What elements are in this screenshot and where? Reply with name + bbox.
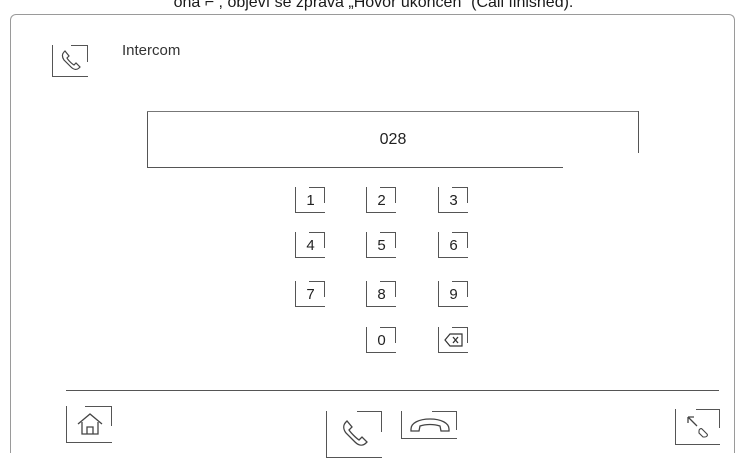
expand-icon [687, 415, 708, 438]
home-icon [77, 413, 102, 435]
page-title: Intercom [122, 42, 181, 59]
expand-button[interactable] [675, 409, 720, 445]
call-icon [342, 420, 368, 446]
keypad-key-9[interactable]: 9 [438, 281, 468, 307]
keypad-key-4[interactable]: 4 [295, 232, 325, 258]
keypad-key-8[interactable]: 8 [366, 281, 396, 307]
keypad-key-1[interactable]: 1 [295, 187, 325, 213]
number-display: 028 [147, 111, 639, 168]
keypad-key-5[interactable]: 5 [366, 232, 396, 258]
dialed-number: 028 [379, 131, 407, 148]
keypad-key-3[interactable]: 3 [438, 187, 468, 213]
backspace-icon [443, 332, 463, 347]
hang-up-button[interactable] [401, 411, 457, 439]
document-caption: ona ⌐ , objeví se zpráva „Hovor ukončen“… [173, 0, 574, 11]
intercom-screen: Intercom 028 1 2 3 4 5 6 7 8 9 0 [10, 14, 735, 458]
keypad-key-7[interactable]: 7 [295, 281, 325, 307]
footer-divider [66, 390, 719, 391]
call-button[interactable] [326, 411, 382, 458]
handset-icon [52, 45, 88, 77]
hang-up-icon [409, 417, 450, 432]
keypad-key-2[interactable]: 2 [366, 187, 396, 213]
keypad-key-0[interactable]: 0 [366, 327, 396, 353]
backspace-button[interactable] [438, 327, 468, 353]
keypad-key-6[interactable]: 6 [438, 232, 468, 258]
home-button[interactable] [66, 406, 112, 443]
